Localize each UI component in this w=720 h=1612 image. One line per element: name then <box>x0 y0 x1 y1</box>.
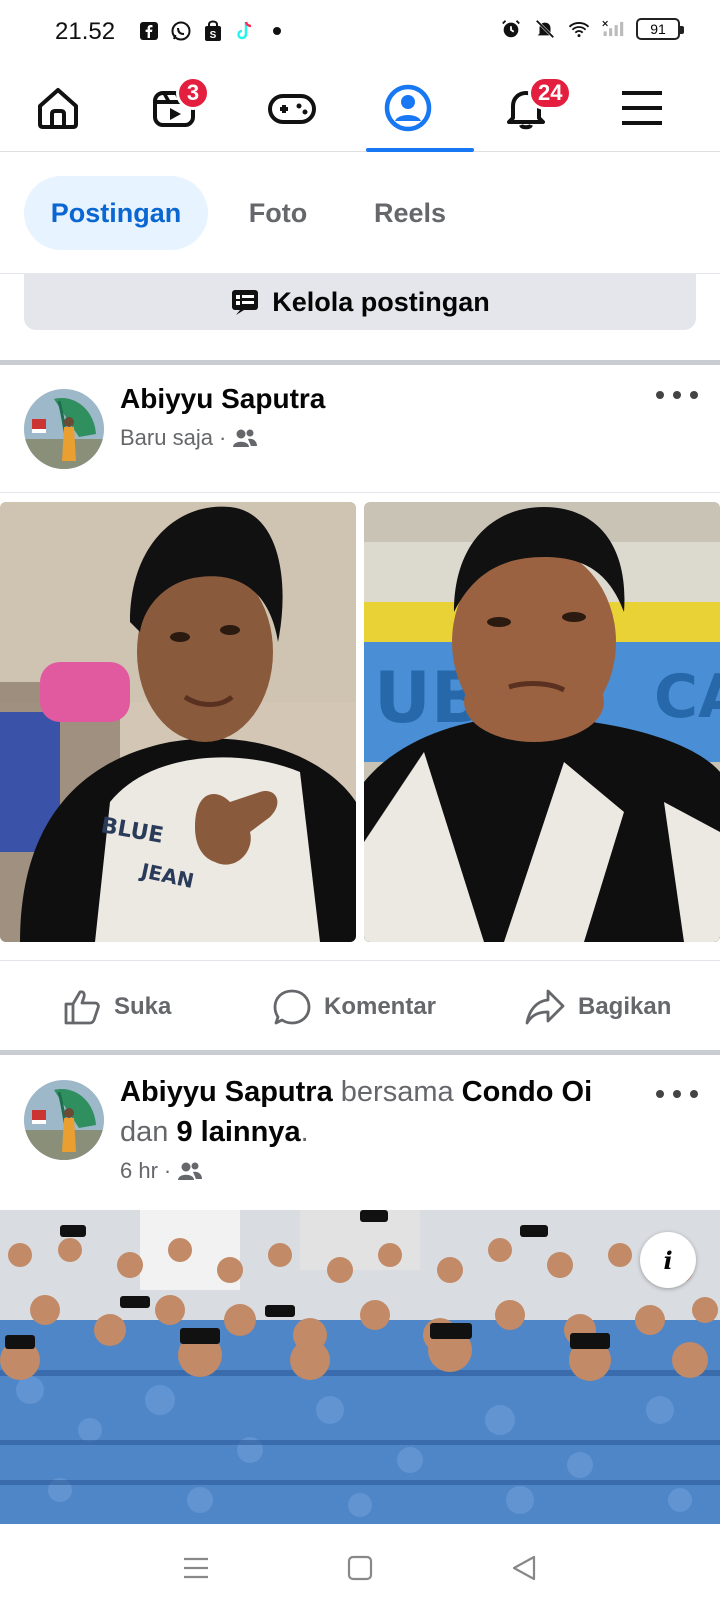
svg-text:S: S <box>210 30 217 41</box>
post1-time: Baru saja <box>120 425 213 450</box>
friends-icon <box>178 1162 203 1180</box>
separator <box>0 1050 720 1055</box>
svg-text:CA: CA <box>654 662 720 732</box>
avatar[interactable] <box>24 389 104 469</box>
tab-reels[interactable]: Reels <box>364 176 456 250</box>
system-nav-bar <box>0 1524 720 1612</box>
comment-icon <box>273 989 311 1025</box>
friends-icon <box>233 429 258 447</box>
alarm-icon <box>500 18 522 40</box>
meta-separator: · <box>163 1158 172 1183</box>
post2-more-button[interactable] <box>656 1082 698 1106</box>
profile-icon <box>384 84 432 132</box>
dot-icon <box>266 20 288 42</box>
status-time: 21.52 <box>55 18 116 45</box>
nav-home[interactable] <box>28 78 88 138</box>
avatar[interactable] <box>24 1080 104 1160</box>
profile-tabs: Postingan Foto Reels <box>0 152 720 274</box>
share-button[interactable]: Bagikan <box>524 985 671 1029</box>
manage-posts-icon <box>232 290 259 315</box>
status-right-icons: 91 <box>500 18 684 40</box>
status-bar: 21.52 S 91 <box>0 0 720 64</box>
nav-video[interactable]: 3 <box>144 76 210 138</box>
whatsapp-icon <box>170 20 192 42</box>
battery-level: 91 <box>650 21 666 37</box>
shop-bag-icon: S <box>202 20 224 42</box>
meta-separator: · <box>218 425 227 450</box>
home-system-button[interactable] <box>338 1546 382 1590</box>
hamburger-icon <box>622 91 662 125</box>
post2-others[interactable]: 9 lainnya <box>176 1116 300 1148</box>
video-badge: 3 <box>176 76 210 110</box>
post1-actions: Suka Komentar Bagikan <box>0 960 720 1050</box>
post2-tagged[interactable]: Condo Oi <box>462 1076 592 1108</box>
nav-menu[interactable] <box>612 78 672 138</box>
mute-bell-icon <box>534 18 556 40</box>
signal-icon <box>602 18 624 40</box>
back-triangle-icon <box>512 1555 536 1581</box>
post2-period: . <box>300 1116 309 1148</box>
facebook-icon <box>138 20 160 42</box>
home-square-icon <box>347 1555 373 1581</box>
recents-icon <box>184 1557 208 1579</box>
post2-and-word: dan <box>120 1116 169 1148</box>
tab-foto[interactable]: Foto <box>236 176 320 250</box>
comment-label: Komentar <box>324 993 437 1020</box>
post2-with-word: bersama <box>340 1076 454 1108</box>
manage-posts-button[interactable]: Kelola postingan <box>24 274 696 330</box>
top-nav: 3 24 <box>0 64 720 152</box>
nav-profile[interactable] <box>378 78 438 138</box>
battery-icon: 91 <box>636 18 684 40</box>
recents-button[interactable] <box>174 1546 218 1590</box>
comment-button[interactable]: Komentar <box>272 985 436 1029</box>
post1-more-button[interactable] <box>656 383 698 407</box>
like-label: Suka <box>114 993 172 1020</box>
nav-gaming[interactable] <box>262 78 322 138</box>
post1-author[interactable]: Abiyyu Saputra <box>120 383 325 415</box>
gamepad-icon <box>268 94 316 124</box>
share-label: Bagikan <box>578 993 672 1020</box>
back-button[interactable] <box>502 1546 546 1590</box>
post2-author[interactable]: Abiyyu Saputra <box>120 1076 333 1108</box>
status-left-icons: S <box>138 20 288 42</box>
ad-info-button[interactable]: i <box>640 1232 696 1288</box>
post2-title: Abiyyu Saputra bersama Condo Oi dan 9 la… <box>120 1072 640 1152</box>
share-icon <box>525 989 565 1025</box>
home-icon <box>38 88 78 129</box>
like-button[interactable]: Suka <box>62 985 171 1029</box>
post2-time: 6 hr <box>120 1158 158 1183</box>
like-icon <box>64 990 100 1025</box>
tab-postingan[interactable]: Postingan <box>24 176 208 250</box>
post2-photo[interactable] <box>0 1210 720 1524</box>
tiktok-icon <box>234 20 256 42</box>
notifications-badge: 24 <box>528 76 573 110</box>
post2-meta: 6 hr · <box>120 1158 203 1184</box>
nav-notifications[interactable]: 24 <box>496 76 573 138</box>
wifi-icon <box>568 18 590 40</box>
manage-posts-label: Kelola postingan <box>272 286 490 317</box>
post1-photo-2[interactable]: UBU CA <box>364 502 720 942</box>
post1-header: Abiyyu Saputra Baru saja · <box>0 365 720 493</box>
post1-photo-1[interactable]: BLUE JEAN <box>0 502 356 942</box>
post1-meta: Baru saja · <box>120 425 258 451</box>
